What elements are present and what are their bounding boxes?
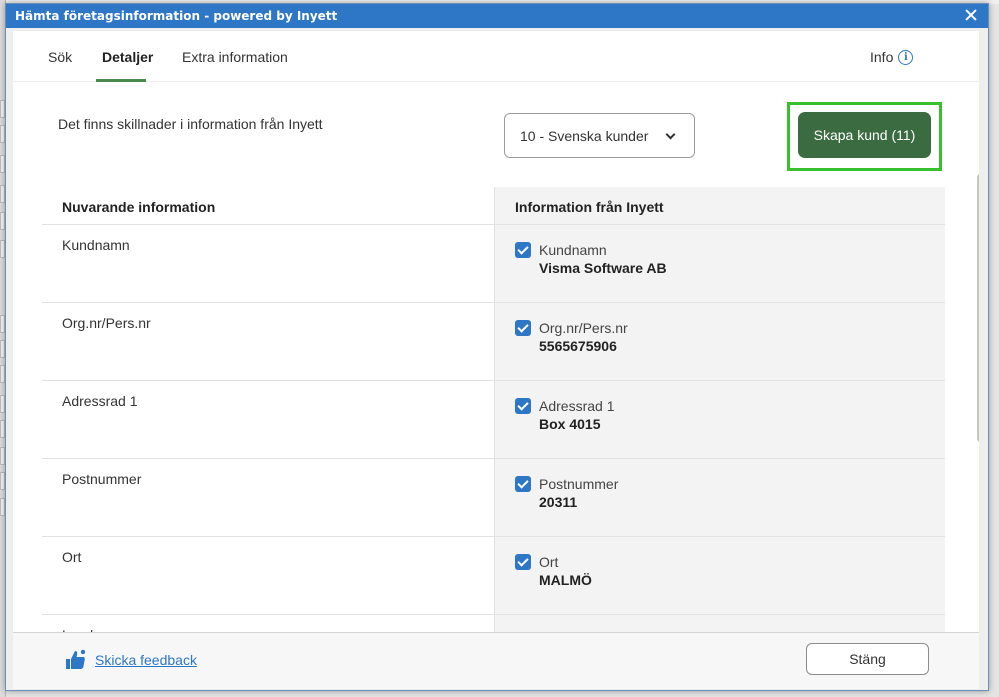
current-field-label: Adressrad 1 — [62, 393, 138, 409]
field-checkbox[interactable] — [515, 554, 531, 570]
close-button[interactable]: Stäng — [806, 643, 929, 675]
inyett-cell: Ort MALMÖ — [494, 537, 945, 614]
inyett-field-label: Ort — [539, 554, 559, 570]
inyett-field-label: Kundnamn — [539, 242, 607, 258]
comparison-table: Nuvarande information Information från I… — [42, 187, 945, 632]
info-label: Info — [870, 49, 894, 65]
inyett-cell: Kundnamn Visma Software AB — [494, 225, 945, 302]
company-info-dialog: Hämta företagsinformation - powered by I… — [5, 3, 989, 691]
current-field-label: Postnummer — [62, 471, 142, 487]
table-row: Kundnamn Kundnamn Visma Software AB — [42, 225, 945, 303]
field-checkbox[interactable] — [515, 320, 531, 336]
details-panel: Det finns skillnader i information från … — [13, 82, 979, 632]
customer-group-select[interactable]: 10 - Svenska kunder — [504, 113, 695, 158]
info-link[interactable]: Info i — [870, 49, 914, 65]
inyett-field-value: Visma Software AB — [539, 260, 667, 276]
inyett-field-value: MALMÖ — [539, 572, 592, 588]
inyett-cell: Org.nr/Pers.nr 5565675906 — [494, 303, 945, 380]
info-icon: i — [898, 49, 914, 65]
current-field-label: Ort — [62, 549, 82, 565]
feedback-label[interactable]: Skicka feedback — [95, 652, 197, 668]
table-row: Org.nr/Pers.nr Org.nr/Pers.nr 5565675906 — [42, 303, 945, 381]
tab-bar: Sök Detaljer Extra information Info i — [13, 31, 979, 82]
vertical-scrollbar[interactable] — [977, 174, 979, 442]
inyett-field-value: Box 4015 — [539, 416, 601, 432]
tab-detaljer[interactable]: Detaljer — [102, 49, 153, 65]
tab-sok[interactable]: Sök — [48, 49, 72, 65]
column-header-inyett: Information från Inyett — [494, 187, 945, 224]
close-icon[interactable] — [963, 7, 979, 23]
current-field-label: Org.nr/Pers.nr — [62, 315, 151, 331]
table-row: Postnummer Postnummer 20311 — [42, 459, 945, 537]
feedback-link[interactable]: Skicka feedback — [63, 648, 197, 672]
inyett-field-label: Adressrad 1 — [539, 398, 615, 414]
column-header-current: Nuvarande information — [62, 199, 216, 215]
customer-group-value: 10 - Svenska kunder — [520, 127, 649, 144]
inyett-field-value: 20311 — [539, 494, 578, 510]
field-checkbox[interactable] — [515, 242, 531, 258]
inyett-field-value: 5565675906 — [539, 338, 617, 354]
chevron-down-icon — [665, 129, 676, 140]
create-button-highlight: Skapa kund (11) — [787, 102, 942, 171]
dialog-footer: Skicka feedback Stäng — [13, 632, 979, 689]
inyett-cell — [494, 615, 945, 632]
dialog-title: Hämta företagsinformation - powered by I… — [15, 9, 338, 23]
inyett-field-label: Postnummer — [539, 476, 619, 492]
thumbs-up-icon — [66, 649, 86, 669]
inyett-cell: Postnummer 20311 — [494, 459, 945, 536]
inyett-cell: Adressrad 1 Box 4015 — [494, 381, 945, 458]
table-row: Land — [42, 615, 945, 632]
current-field-label: Kundnamn — [62, 237, 130, 253]
current-field-label: Land — [42, 615, 494, 632]
table-header: Nuvarande information Information från I… — [42, 187, 945, 225]
table-row: Adressrad 1 Adressrad 1 Box 4015 — [42, 381, 945, 459]
table-row: Ort Ort MALMÖ — [42, 537, 945, 615]
field-checkbox[interactable] — [515, 398, 531, 414]
field-checkbox[interactable] — [515, 476, 531, 492]
create-customer-button[interactable]: Skapa kund (11) — [798, 112, 931, 158]
difference-message: Det finns skillnader i information från … — [58, 116, 323, 132]
dialog-title-bar: Hämta företagsinformation - powered by I… — [6, 4, 988, 28]
inyett-field-label: Org.nr/Pers.nr — [539, 320, 628, 336]
tab-extra-information[interactable]: Extra information — [182, 49, 288, 65]
